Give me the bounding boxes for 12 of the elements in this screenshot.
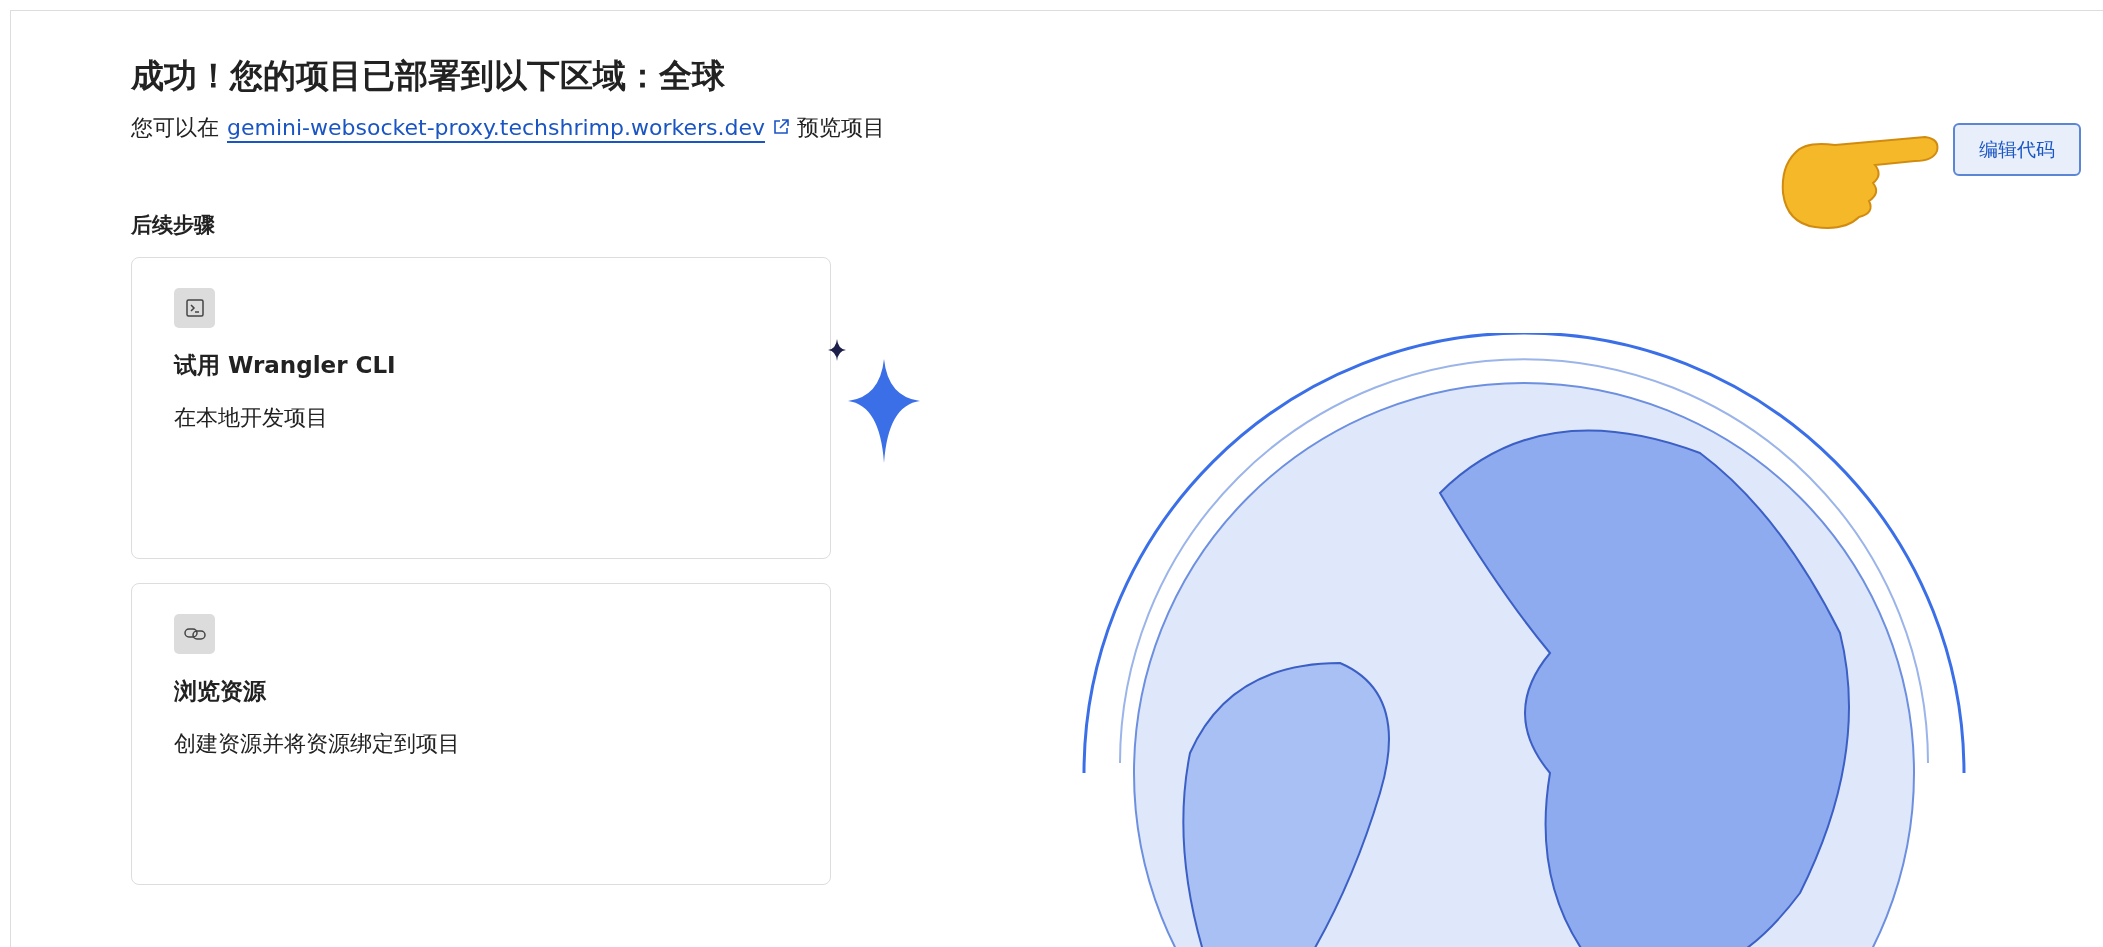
step-title: 浏览资源 (174, 677, 267, 706)
step-description: 在本地开发项目 (174, 403, 329, 432)
step-title: 试用 Wrangler CLI (174, 351, 397, 380)
step-card[interactable]: 试用 Wrangler CLI 在本地开发项目 (131, 257, 831, 559)
edit-code-button[interactable]: 编辑代码 (1953, 123, 2081, 176)
step-description: 创建资源并将资源绑定到项目 (174, 729, 461, 758)
preview-text: 您可以在 (131, 113, 219, 142)
section-heading: 后续步骤 (131, 211, 216, 239)
page-title: 成功！您的项目已部署到以下区域：全球 (131, 55, 726, 97)
step-card[interactable]: 浏览资源 创建资源并将资源绑定到项目 (131, 583, 831, 885)
preview-link[interactable]: gemini-websocket-proxy.techshrimp.workers.dev (227, 110, 765, 144)
preview-text: 预览项目 (796, 113, 885, 142)
